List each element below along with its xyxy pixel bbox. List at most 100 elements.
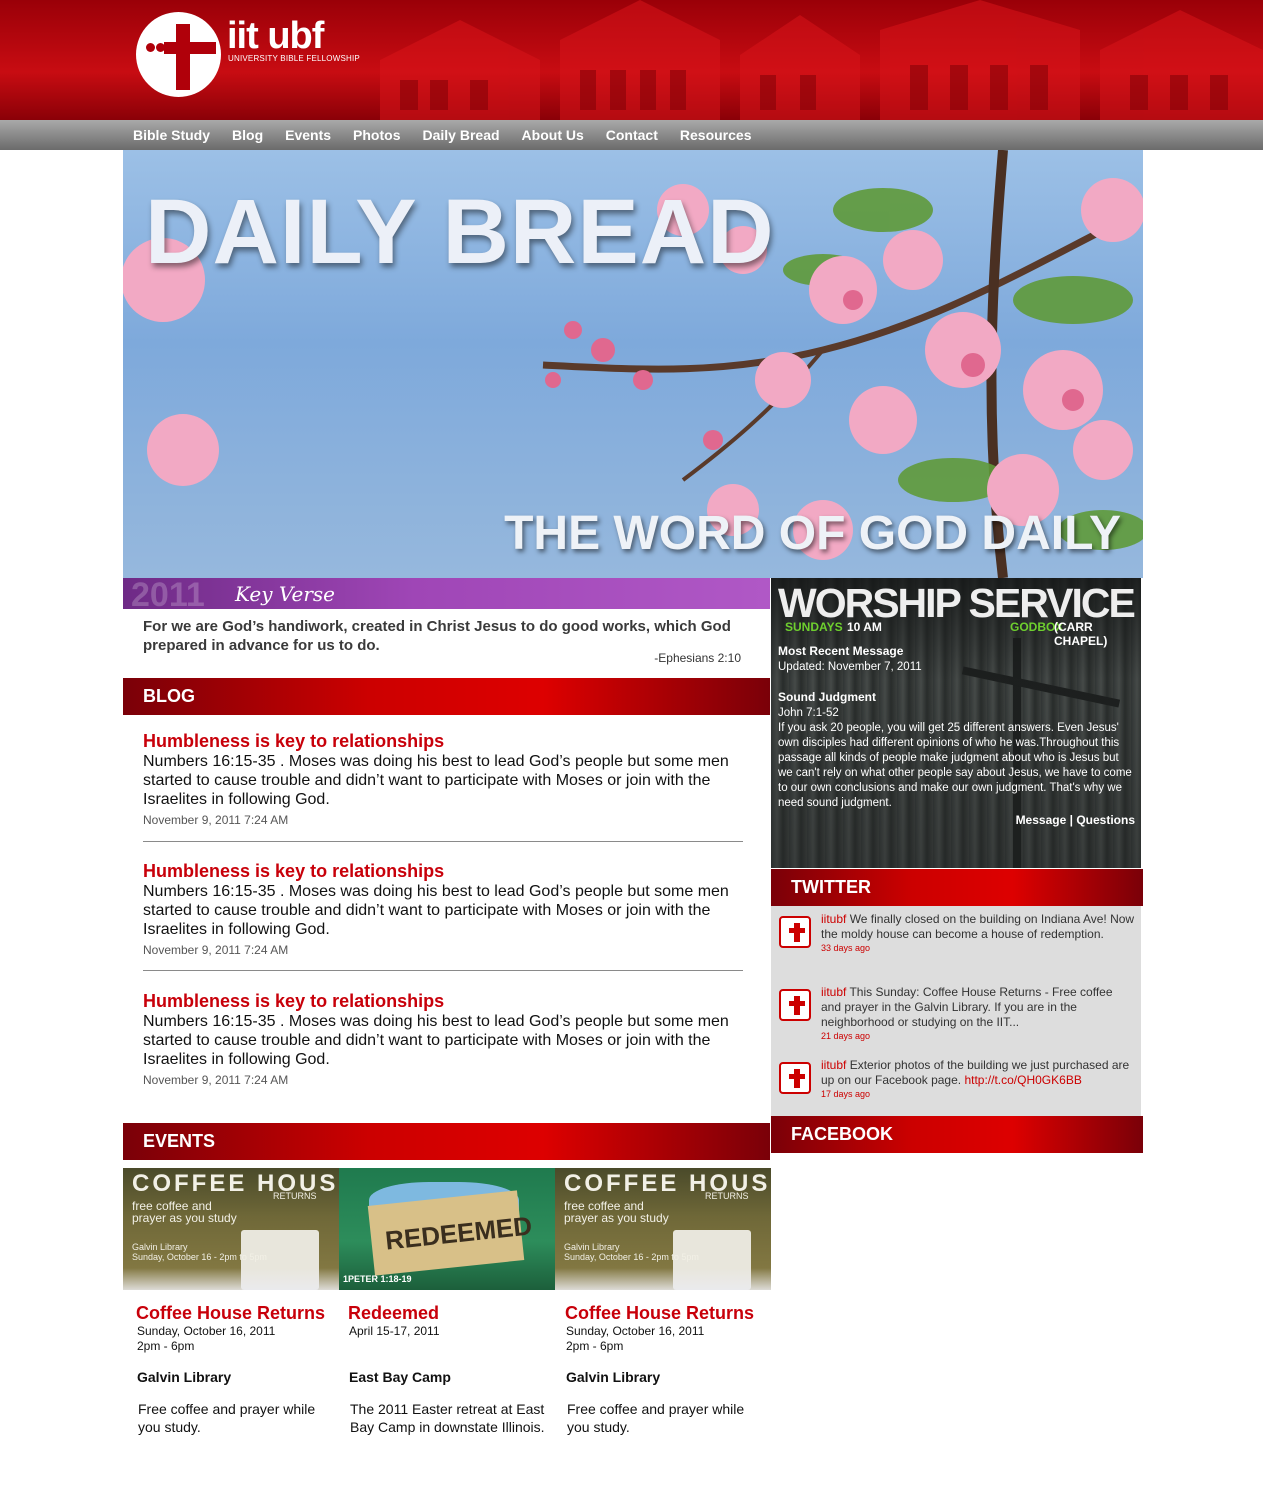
- flyer-location: Galvin Library: [132, 1242, 188, 1252]
- blog-post-title[interactable]: Humbleness is key to relationships: [143, 860, 743, 882]
- event-description: Free coffee and prayer while you study.: [138, 1401, 316, 1435]
- blog-post: Humbleness is key to relationships Numbe…: [143, 860, 743, 958]
- tweet-link[interactable]: http://t.co/QH0GK6BB: [964, 1073, 1081, 1087]
- event-item: Coffee House Returns Sunday, October 16,…: [136, 1302, 341, 1436]
- tweet-user[interactable]: iitubf: [821, 985, 846, 999]
- message-title: Sound Judgment: [778, 690, 876, 704]
- flyer-when: Sunday, October 16 - 2pm to 5pm: [564, 1252, 699, 1262]
- event-location: East Bay Camp: [349, 1369, 451, 1385]
- blog-post-body: Numbers 16:15-35 . Moses was doing his b…: [143, 883, 729, 938]
- event-flyer-coffee-house[interactable]: COFFEE HOUSE RETURNS free coffee and pra…: [123, 1168, 339, 1290]
- nav-item-bible-study[interactable]: Bible Study: [133, 120, 210, 150]
- facebook-heading: FACEBOOK: [771, 1116, 1143, 1153]
- event-time: 2pm - 6pm: [566, 1339, 624, 1353]
- events-heading: EVENTS: [123, 1123, 770, 1160]
- tweet-user[interactable]: iitubf: [821, 1058, 846, 1072]
- nav-item-daily-bread[interactable]: Daily Bread: [423, 120, 500, 150]
- tweet-time[interactable]: 21 days ago: [821, 1030, 1135, 1043]
- blog-post-body: Numbers 16:15-35 . Moses was doing his b…: [143, 753, 729, 808]
- event-description: Free coffee and prayer while you study.: [567, 1401, 745, 1435]
- link-separator: |: [1069, 813, 1073, 827]
- event-time: 2pm - 6pm: [137, 1339, 195, 1353]
- event-title[interactable]: Redeemed: [348, 1302, 553, 1324]
- flyer-tagline: free coffee and prayer as you study: [564, 1199, 669, 1225]
- blog-post: Humbleness is key to relationships Numbe…: [143, 990, 743, 1088]
- brand-tagline: UNIVERSITY BIBLE FELLOWSHIP: [228, 54, 360, 63]
- flyer-where: Galvin Library Sunday, October 16 - 2pm t…: [564, 1242, 699, 1262]
- event-flyer-redeemed[interactable]: REDEEMED 1PETER 1:18-19: [339, 1168, 555, 1290]
- avatar[interactable]: [779, 916, 811, 948]
- flyer-when: Sunday, October 16 - 2pm to 5pm: [132, 1252, 267, 1262]
- key-verse-text: For we are God’s handiwork, created in C…: [143, 618, 731, 654]
- nav-item-resources[interactable]: Resources: [680, 120, 752, 150]
- event-date: Sunday, October 16, 2011: [566, 1324, 705, 1338]
- tweet-text: This Sunday: Coffee House Returns - Free…: [821, 985, 1113, 1029]
- key-verse-year: 2011: [131, 576, 205, 614]
- hero-title: DAILY BREAD: [145, 181, 775, 283]
- nav-item-blog[interactable]: Blog: [232, 120, 263, 150]
- worship-service-panel: WORSHIP SERVICE SUNDAYS 10 AM GODBOX (CA…: [771, 578, 1141, 868]
- tweet: iitubf We finally closed on the building…: [779, 912, 1135, 955]
- twitter-heading: TWITTER: [771, 869, 1143, 906]
- tweet: iitubf This Sunday: Coffee House Returns…: [779, 985, 1135, 1043]
- divider: [143, 970, 743, 971]
- key-verse-reference: -Ephesians 2:10: [654, 651, 741, 665]
- message-passage: John 7:1-52: [778, 707, 839, 719]
- blog-post-date: November 9, 2011 7:24 AM: [143, 1073, 289, 1087]
- event-date: April 15-17, 2011: [349, 1324, 440, 1338]
- message-updated: Updated: November 7, 2011: [778, 661, 922, 673]
- hero-banner: DAILY BREAD THE WORD OF GOD DAILY: [123, 150, 1143, 578]
- twitter-feed: iitubf We finally closed on the building…: [771, 906, 1141, 1116]
- flyer-returns: RETURNS: [705, 1191, 749, 1201]
- building-backdrop: [380, 0, 1263, 120]
- site-header: iit ubf UNIVERSITY BIBLE FELLOWSHIP: [0, 0, 1263, 120]
- event-date: Sunday, October 16, 2011: [137, 1324, 276, 1338]
- flyer-reference: 1PETER 1:18-19: [343, 1274, 412, 1284]
- tweet-text: We finally closed on the building on Ind…: [821, 912, 1135, 941]
- message-link[interactable]: Message: [1016, 813, 1067, 827]
- logo-cross-icon[interactable]: [136, 12, 221, 97]
- flyer-where: Galvin Library Sunday, October 16 - 2pm t…: [132, 1242, 267, 1262]
- hero-subtitle: THE WORD OF GOD DAILY: [504, 507, 1121, 560]
- blog-post-body: Numbers 16:15-35 . Moses was doing his b…: [143, 1013, 729, 1068]
- flyer-tagline: free coffee and prayer as you study: [132, 1199, 237, 1225]
- message-summary: If you ask 20 people, you will get 25 di…: [778, 722, 1132, 809]
- blog-post: Humbleness is key to relationships Numbe…: [143, 730, 743, 828]
- worship-time: 10 AM: [847, 620, 882, 634]
- nav-item-contact[interactable]: Contact: [606, 120, 658, 150]
- worship-message-info: Most Recent Message Updated: November 7,…: [778, 644, 1136, 811]
- questions-link[interactable]: Questions: [1076, 813, 1135, 827]
- event-location: Galvin Library: [137, 1369, 232, 1385]
- nav-item-events[interactable]: Events: [285, 120, 331, 150]
- event-description: The 2011 Easter retreat at East Bay Camp…: [350, 1401, 545, 1435]
- avatar[interactable]: [779, 989, 811, 1021]
- blog-post-date: November 9, 2011 7:24 AM: [143, 813, 289, 827]
- nav-item-about-us[interactable]: About Us: [522, 120, 584, 150]
- event-item: Redeemed April 15-17, 2011 East Bay Camp…: [348, 1302, 553, 1436]
- event-title[interactable]: Coffee House Returns: [565, 1302, 770, 1324]
- divider: [143, 841, 743, 842]
- tweet-time[interactable]: 17 days ago: [821, 1088, 1135, 1101]
- blog-post-title[interactable]: Humbleness is key to relationships: [143, 990, 743, 1012]
- tweet: iitubf Exterior photos of the building w…: [779, 1058, 1135, 1101]
- avatar[interactable]: [779, 1062, 811, 1094]
- flyer-returns: RETURNS: [273, 1191, 317, 1201]
- recent-message-label: Most Recent Message: [778, 644, 904, 658]
- tweet-user[interactable]: iitubf: [821, 912, 846, 926]
- tweet-time[interactable]: 33 days ago: [821, 942, 1135, 955]
- key-verse-label: Key Verse: [235, 582, 335, 606]
- nav-item-photos[interactable]: Photos: [353, 120, 400, 150]
- blog-heading: BLOG: [123, 678, 770, 715]
- brand-name[interactable]: iit ubf: [227, 16, 324, 56]
- event-flyer-coffee-house[interactable]: COFFEE HOUSE RETURNS free coffee and pra…: [555, 1168, 771, 1290]
- worship-day: SUNDAYS: [785, 620, 843, 634]
- event-location: Galvin Library: [566, 1369, 661, 1385]
- flyer-location: Galvin Library: [564, 1242, 620, 1252]
- key-verse-banner: 2011 Key Verse: [123, 576, 770, 614]
- worship-links: Message | Questions: [1016, 813, 1135, 827]
- blog-post-date: November 9, 2011 7:24 AM: [143, 943, 289, 957]
- blog-post-title[interactable]: Humbleness is key to relationships: [143, 730, 743, 752]
- event-item: Coffee House Returns Sunday, October 16,…: [565, 1302, 770, 1436]
- event-title[interactable]: Coffee House Returns: [136, 1302, 341, 1324]
- main-nav: Bible Study Blog Events Photos Daily Bre…: [0, 120, 1263, 150]
